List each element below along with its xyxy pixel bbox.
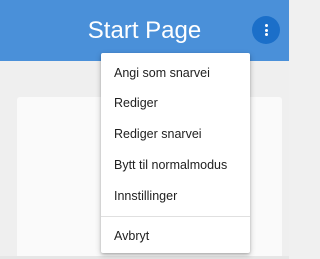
page-title: Start Page (87, 17, 202, 44)
app-frame: Start Page Angi som snarvei Rediger Redi… (0, 0, 289, 259)
menu-divider (101, 216, 250, 217)
menu-item-settings[interactable]: Innstillinger (101, 180, 250, 212)
header: Start Page (0, 0, 289, 61)
menu-item-edit[interactable]: Rediger (101, 87, 250, 119)
menu-item-set-shortcut[interactable]: Angi som snarvei (101, 57, 250, 89)
options-menu: Angi som snarvei Rediger Rediger snarvei… (101, 53, 250, 253)
menu-item-normal-mode[interactable]: Bytt til normalmodus (101, 149, 250, 181)
menu-item-cancel[interactable]: Avbryt (101, 220, 250, 252)
more-options-button[interactable] (252, 16, 280, 44)
menu-item-edit-shortcut[interactable]: Rediger snarvei (101, 118, 250, 150)
